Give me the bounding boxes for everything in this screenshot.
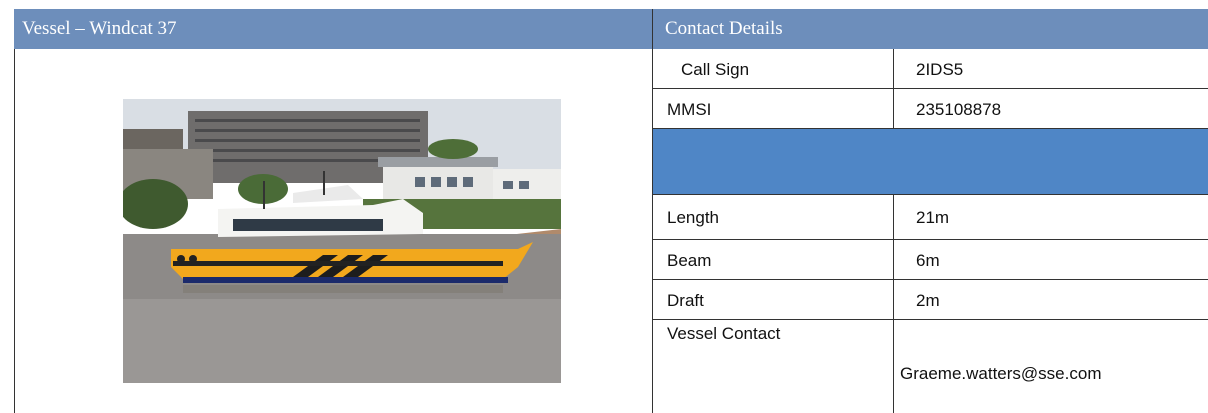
table-row-length: Length 21m	[653, 195, 1208, 240]
table-row-mmsi: MMSI 235108878	[653, 89, 1208, 129]
row-value: 6m	[893, 240, 1208, 279]
table-separator-row	[653, 129, 1208, 195]
vessel-panel-title: Vessel – Windcat 37	[14, 9, 652, 49]
vessel-title-text: Vessel – Windcat 37	[22, 18, 177, 39]
vessel-photo	[123, 99, 561, 383]
contact-title-text: Contact Details	[665, 18, 783, 39]
table-row-vessel-contact: Vessel Contact Graeme.watters@sse.com	[653, 320, 1208, 413]
row-label: Vessel Contact	[667, 324, 781, 343]
table-row-call-sign: Call Sign 2IDS5	[653, 49, 1208, 89]
row-value: 2m	[893, 280, 1208, 319]
row-label: Draft	[667, 291, 704, 310]
row-label: Beam	[667, 251, 712, 270]
row-label: MMSI	[667, 100, 712, 119]
row-label: Call Sign	[681, 60, 750, 79]
row-value: 2IDS5	[893, 49, 1208, 88]
left-border	[14, 49, 15, 413]
table-row-draft: Draft 2m	[653, 280, 1208, 320]
vessel-contact-email: Graeme.watters@sse.com	[893, 320, 1208, 413]
contact-panel-title: Contact Details	[653, 9, 1208, 49]
row-label: Length	[667, 208, 719, 227]
row-value: 235108878	[893, 89, 1208, 128]
table-row-beam: Beam 6m	[653, 240, 1208, 280]
row-value: 21m	[893, 195, 1208, 239]
